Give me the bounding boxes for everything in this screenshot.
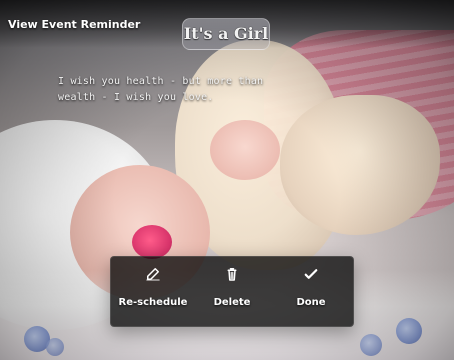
delete-label: Delete <box>213 297 251 308</box>
reminder-message: I wish you health - but more than wealth… <box>58 74 288 106</box>
pacifier <box>132 225 172 259</box>
event-banner: It's a Girl <box>182 18 270 50</box>
event-banner-text: It's a Girl <box>183 24 269 43</box>
check-icon <box>304 269 318 279</box>
delete-button[interactable]: Delete <box>192 265 272 321</box>
decorative-rattle-icon <box>396 318 422 344</box>
decorative-rattle-icon <box>360 334 382 356</box>
action-dialog: Re-schedule Delete Done <box>110 256 354 327</box>
reschedule-label: Re-schedule <box>118 297 188 308</box>
reschedule-button[interactable]: Re-schedule <box>113 265 193 321</box>
decorative-rattle-icon <box>46 338 64 356</box>
edit-icon <box>146 268 160 281</box>
trash-icon <box>227 268 237 281</box>
baby-hand <box>210 120 280 180</box>
done-label: Done <box>296 297 326 308</box>
reminder-message-line: I wish you health - but more than <box>58 76 264 87</box>
reminder-message-line: wealth - I wish you love. <box>58 92 214 103</box>
done-button[interactable]: Done <box>271 265 351 321</box>
screen-title: View Event Reminder <box>8 18 141 31</box>
